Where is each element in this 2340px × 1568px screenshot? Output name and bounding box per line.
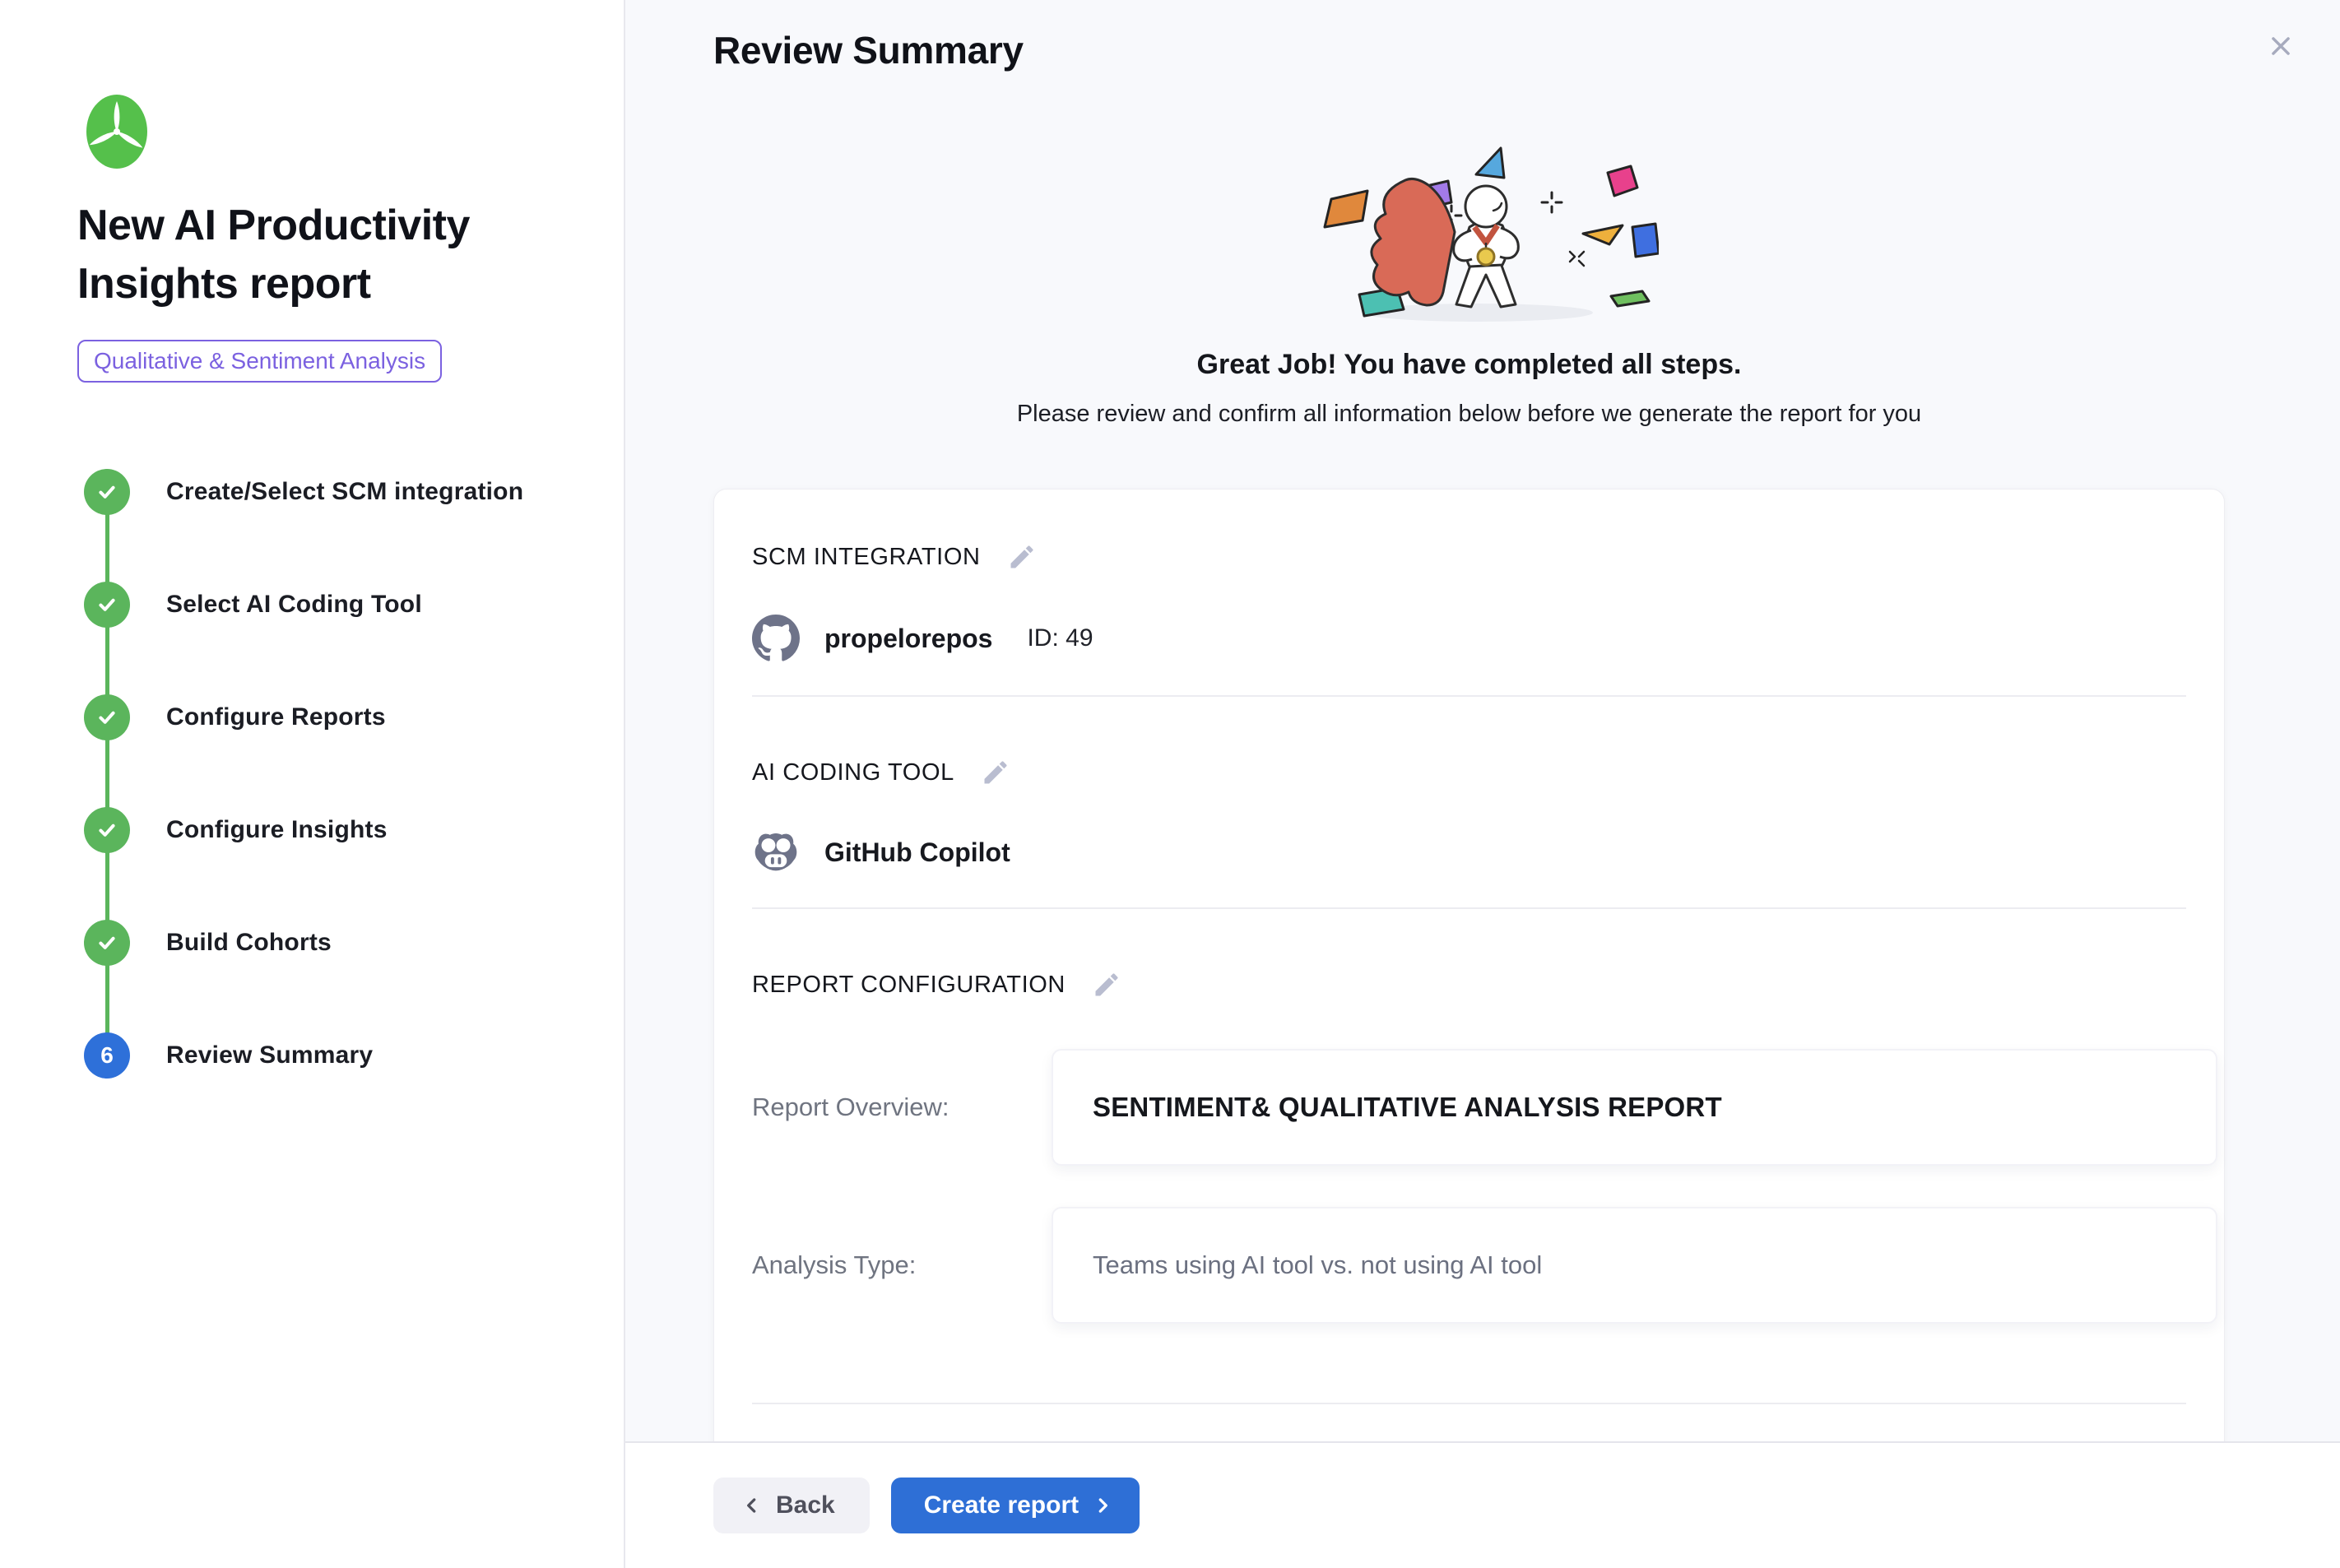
step-complete-check-icon [84,807,130,853]
analysis-type-value: Teams using AI tool vs. not using AI too… [1093,1250,1542,1280]
wizard-sidebar: New AI Productivity Insights report Qual… [0,0,625,1568]
summary-card: SCM INTEGRATION propelorepos ID: 49 [713,489,2225,1441]
congrats-block: Great Job! You have completed all steps.… [713,72,2225,428]
step-configure-insights[interactable]: Configure Insights [84,807,591,853]
github-icon [752,615,800,662]
step-label: Review Summary [166,1041,373,1069]
step-label: Configure Reports [166,703,386,731]
create-report-button-label: Create report [924,1491,1079,1519]
report-overview-row: Report Overview: SENTIMENT& QUALITATIVE … [752,1049,2217,1166]
report-overview-label: Report Overview: [752,1092,1052,1122]
report-wizard-title: New AI Productivity Insights report [77,197,513,313]
ai-tool-section-label: AI CODING TOOL [752,759,954,786]
ai-tool-name: GitHub Copilot [824,837,1010,868]
scm-integration-name: propelorepos [824,624,992,654]
step-label: Build Cohorts [166,929,332,957]
pencil-icon [1092,970,1121,1000]
wizard-footer: Back Create report [625,1441,2340,1568]
step-review-summary-current[interactable]: 6 Review Summary [84,1032,591,1079]
chevron-right-icon [1092,1493,1113,1518]
step-complete-check-icon [84,694,130,740]
analysis-type-value-box: Teams using AI tool vs. not using AI too… [1052,1207,2217,1324]
step-complete-check-icon [84,469,130,515]
review-summary-panel: Review Summary [625,0,2340,1568]
analysis-type-row: Analysis Type: Teams using AI tool vs. n… [752,1207,2217,1324]
step-label: Configure Insights [166,816,388,844]
stepper-connector [105,492,109,1055]
close-icon [2268,33,2294,59]
analysis-type-badge: Qualitative & Sentiment Analysis [77,340,442,383]
back-button[interactable]: Back [713,1478,870,1533]
page-title: Review Summary [713,28,2340,72]
congrats-subtitle: Please review and confirm all informatio… [713,401,2225,428]
report-overview-value-box: SENTIMENT& QUALITATIVE ANALYSIS REPORT [1052,1049,2217,1166]
report-config-section-label: REPORT CONFIGURATION [752,972,1066,999]
report-configuration-section: REPORT CONFIGURATION Report Overview: SE… [752,970,2217,1404]
celebration-illustration [1280,135,1659,328]
app-logo [86,94,591,174]
edit-report-config-button[interactable] [1092,970,1121,1000]
divider [752,1403,2186,1404]
edit-scm-button[interactable] [1007,542,1037,572]
scroll-content: Great Job! You have completed all steps.… [625,72,2340,1441]
report-overview-value: SENTIMENT& QUALITATIVE ANALYSIS REPORT [1093,1092,1722,1123]
step-label: Create/Select SCM integration [166,478,523,506]
propeller-logo-icon [86,94,148,169]
scm-section-label: SCM INTEGRATION [752,544,981,571]
close-button[interactable] [2258,23,2304,69]
chevron-left-icon [741,1493,763,1518]
copilot-icon [752,830,800,874]
step-number-badge: 6 [84,1032,130,1079]
scm-integration-section: SCM INTEGRATION propelorepos ID: 49 [752,542,2217,697]
step-label: Select AI Coding Tool [166,591,422,619]
congrats-title: Great Job! You have completed all steps. [713,349,2225,381]
divider [752,907,2186,909]
pencil-icon [981,758,1010,787]
step-create-select-scm[interactable]: Create/Select SCM integration [84,469,591,515]
create-report-button[interactable]: Create report [891,1478,1140,1533]
step-configure-reports[interactable]: Configure Reports [84,694,591,740]
ai-coding-tool-section: AI CODING TOOL [752,758,2217,909]
back-button-label: Back [776,1491,835,1519]
divider [752,695,2186,697]
edit-ai-tool-button[interactable] [981,758,1010,787]
step-select-ai-tool[interactable]: Select AI Coding Tool [84,582,591,628]
analysis-type-label: Analysis Type: [752,1250,1052,1280]
step-complete-check-icon [84,582,130,628]
step-build-cohorts[interactable]: Build Cohorts [84,920,591,966]
wizard-stepper: Create/Select SCM integration Select AI … [84,469,591,1079]
step-complete-check-icon [84,920,130,966]
pencil-icon [1007,542,1037,572]
scm-integration-id: ID: 49 [1027,624,1093,652]
